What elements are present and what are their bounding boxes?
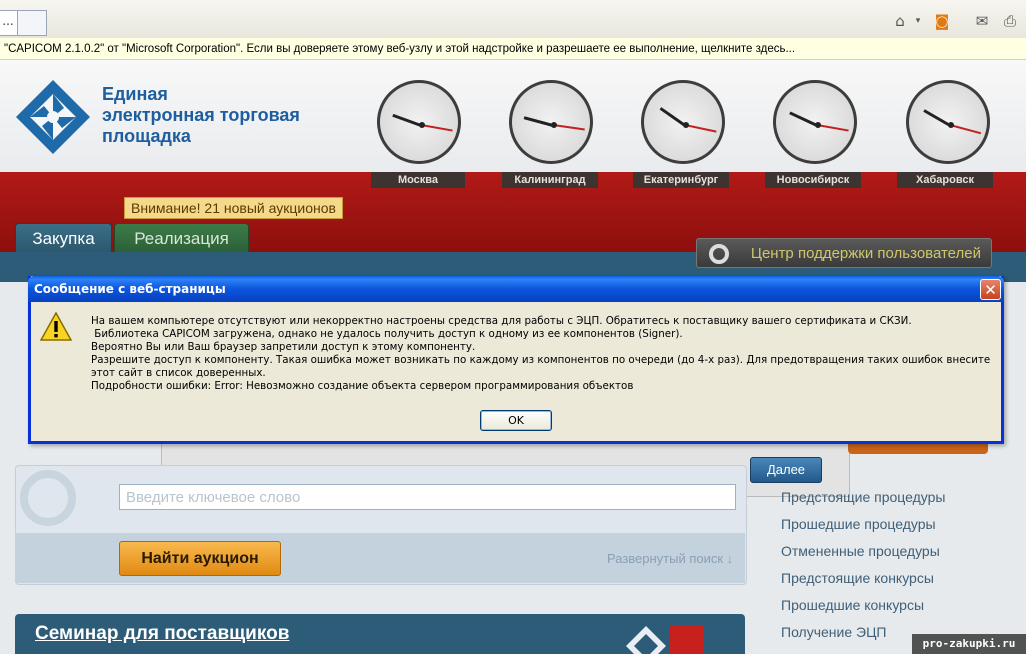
dialog-message: На вашем компьютере отсутствуют или неко… (91, 315, 996, 393)
clock-khabarovsk (906, 80, 990, 164)
clock-label: Екатеринбург (633, 172, 729, 188)
dialog-title: Сообщение с веб-страницы (34, 282, 226, 296)
dialog-message-line: Разрешите доступ к компоненту. Такая оши… (91, 354, 994, 379)
next-button[interactable]: Далее (750, 457, 822, 483)
clock-yekaterinburg (641, 80, 725, 164)
lifebuoy-icon (709, 244, 729, 264)
logo-small-icon (626, 626, 666, 654)
advanced-search-link[interactable]: Развернутый поиск ↓ (607, 551, 733, 566)
clock-label: Хабаровск (897, 172, 993, 188)
clock-moscow (377, 80, 461, 164)
watermark: pro-zakupki.ru (912, 634, 1026, 654)
dialog-message-line: На вашем компьютере отсутствуют или неко… (91, 315, 912, 327)
rss-icon[interactable]: ◙ (932, 12, 952, 30)
procedures-links: Предстоящие процедуры Прошедшие процедур… (781, 486, 946, 648)
logo-line: электронная торговая (102, 105, 300, 125)
new-auctions-notice[interactable]: Внимание! 21 новый аукционов (124, 197, 343, 219)
link-upcoming-procedures[interactable]: Предстоящие процедуры (781, 486, 946, 513)
new-tab-button[interactable] (18, 10, 47, 36)
dialog-message-line: Вероятно Вы или Ваш браузер запретили до… (91, 341, 476, 353)
tab-sales[interactable]: Реализация (114, 223, 249, 255)
home-icon[interactable]: ⌂ (890, 12, 910, 30)
support-center-label: Центр поддержки пользователей (750, 245, 981, 262)
mail-icon[interactable]: ✉ (972, 12, 992, 30)
seminar-title[interactable]: Семинар для поставщиков (35, 623, 289, 645)
moscow-emblem-icon (670, 626, 704, 654)
dialog-message-line: Библиотека CAPICOM загружена, однако не … (91, 328, 683, 340)
logo-icon (16, 80, 90, 154)
print-icon[interactable]: ⎙ (1000, 12, 1020, 30)
clock-label: Калининград (502, 172, 598, 188)
link-past-contests[interactable]: Прошедшие конкурсы (781, 594, 946, 621)
ok-button[interactable]: OK (480, 410, 552, 431)
chevron-down-icon[interactable]: ▾ (912, 12, 924, 30)
clock-label: Новосибирск (765, 172, 861, 188)
find-auction-button[interactable]: Найти аукцион (119, 541, 281, 576)
support-center-button[interactable]: Центр поддержки пользователей (696, 238, 992, 268)
logo-line: площадка (102, 126, 191, 146)
magnifier-icon (20, 470, 76, 526)
browser-tab[interactable]: ... (0, 10, 18, 36)
security-info-bar[interactable]: "CAPICOM 2.1.0.2" от "Microsoft Corporat… (0, 38, 1026, 60)
clock-label: Москва (371, 172, 465, 188)
browser-toolbar (0, 0, 1026, 39)
clock-novosibirsk (773, 80, 857, 164)
logo-line: Единая (102, 84, 168, 104)
link-upcoming-contests[interactable]: Предстоящие конкурсы (781, 567, 946, 594)
tab-purchase[interactable]: Закупка (15, 223, 112, 255)
clock-kaliningrad (509, 80, 593, 164)
logo-title: Единая электронная торговая площадка (102, 84, 300, 147)
warning-icon (40, 312, 72, 341)
close-icon[interactable]: ✕ (980, 279, 1001, 300)
dialog-message-line: Подробности ошибки: Error: Невозможно со… (91, 380, 634, 392)
link-past-procedures[interactable]: Прошедшие процедуры (781, 513, 946, 540)
link-cancelled-procedures[interactable]: Отмененные процедуры (781, 540, 946, 567)
search-input[interactable]: Введите ключевое слово (119, 484, 736, 510)
